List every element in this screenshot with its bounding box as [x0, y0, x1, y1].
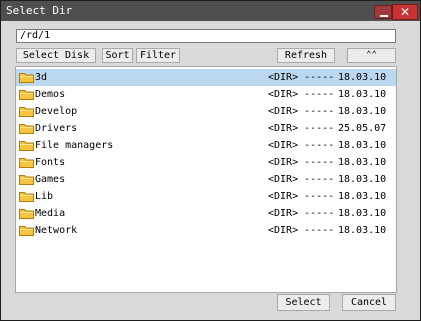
file-row[interactable]: Games <DIR> ----- 18.03.10: [16, 171, 396, 188]
file-date: 25.05.07: [338, 123, 387, 134]
folder-icon: [19, 90, 34, 100]
file-row[interactable]: Network <DIR> ----- 18.03.10: [16, 222, 396, 239]
file-row[interactable]: Media <DIR> ----- 18.03.10: [16, 205, 396, 222]
file-name: Develop: [35, 106, 78, 117]
file-size: <DIR> -----: [268, 225, 335, 236]
select-disk-button[interactable]: Select Disk: [16, 48, 96, 63]
file-name: Lib: [35, 191, 54, 202]
file-date: 18.03.10: [338, 225, 387, 236]
file-name: Network: [35, 225, 78, 236]
file-name: Fonts: [35, 157, 66, 168]
filter-button[interactable]: Filter: [136, 48, 180, 63]
file-date: 18.03.10: [338, 89, 387, 100]
file-size: <DIR> -----: [268, 174, 335, 185]
file-size: <DIR> -----: [268, 123, 335, 134]
cancel-button[interactable]: Cancel: [342, 294, 396, 311]
parent-dir-button[interactable]: ⌃⌃: [347, 48, 396, 63]
file-size: <DIR> -----: [268, 106, 335, 117]
select-button[interactable]: Select: [277, 294, 330, 311]
file-size: <DIR> -----: [268, 191, 335, 202]
file-row[interactable]: Lib <DIR> ----- 18.03.10: [16, 188, 396, 205]
file-name: Drivers: [35, 123, 78, 134]
file-size: <DIR> -----: [268, 89, 335, 100]
folder-icon: [19, 192, 34, 202]
close-button[interactable]: ✕: [392, 4, 418, 20]
file-row[interactable]: Demos <DIR> ----- 18.03.10: [16, 86, 396, 103]
folder-icon: [19, 158, 34, 168]
file-name: Demos: [35, 89, 66, 100]
folder-icon: [19, 107, 34, 117]
file-row[interactable]: Drivers <DIR> ----- 25.05.07: [16, 120, 396, 137]
file-date: 18.03.10: [338, 157, 387, 168]
file-date: 18.03.10: [338, 72, 387, 83]
file-row[interactable]: Fonts <DIR> ----- 18.03.10: [16, 154, 396, 171]
file-list[interactable]: 3d <DIR> ----- 18.03.10 Demos <DIR> ----- 18.…: [15, 66, 397, 293]
folder-icon: [19, 175, 34, 185]
file-row[interactable]: Develop <DIR> ----- 18.03.10: [16, 103, 396, 120]
folder-icon: [19, 226, 34, 236]
file-date: 18.03.10: [338, 106, 387, 117]
folder-icon: [19, 124, 34, 134]
file-date: 18.03.10: [338, 140, 387, 151]
file-name: Games: [35, 174, 66, 185]
file-size: <DIR> -----: [268, 140, 335, 151]
file-date: 18.03.10: [338, 208, 387, 219]
file-date: 18.03.10: [338, 174, 387, 185]
file-size: <DIR> -----: [268, 208, 335, 219]
folder-icon: [19, 73, 34, 83]
minimize-icon: [380, 15, 388, 17]
file-row[interactable]: 3d <DIR> ----- 18.03.10: [16, 69, 396, 86]
file-row[interactable]: File managers <DIR> ----- 18.03.10: [16, 137, 396, 154]
select-dir-dialog: Select Dir ✕ /rd/1 Select Disk Sort Filt…: [0, 0, 421, 321]
double-chevron-up-icon: ⌃⌃: [366, 50, 377, 60]
file-name: File managers: [35, 140, 114, 151]
file-size: <DIR> -----: [268, 72, 335, 83]
close-icon: ✕: [399, 5, 411, 19]
file-name: 3d: [35, 72, 48, 83]
refresh-button[interactable]: Refresh: [277, 48, 335, 63]
sort-button[interactable]: Sort: [102, 48, 133, 63]
folder-icon: [19, 141, 34, 151]
path-input[interactable]: /rd/1: [16, 29, 396, 43]
minimize-button[interactable]: [374, 5, 392, 19]
window-title: Select Dir: [6, 4, 73, 17]
file-size: <DIR> -----: [268, 157, 335, 168]
file-date: 18.03.10: [338, 191, 387, 202]
title-bar[interactable]: Select Dir ✕: [1, 1, 420, 21]
file-name: Media: [35, 208, 66, 219]
folder-icon: [19, 209, 34, 219]
